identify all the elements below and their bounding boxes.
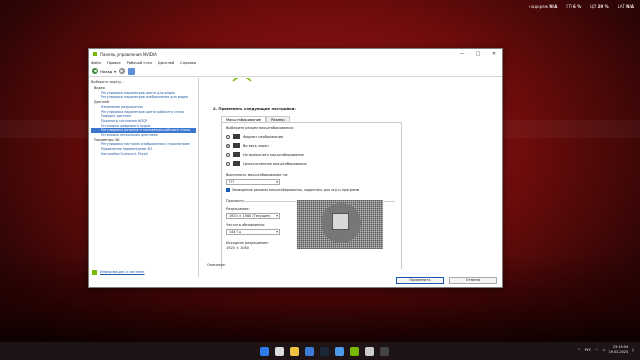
radio-label: Целочисленное масштабирование — [243, 161, 307, 166]
taskbar-apps — [260, 347, 389, 356]
resolution-select[interactable]: 1920 × 1080 (Текущее) ▾ — [226, 213, 280, 219]
aspect-ratio-icon — [233, 134, 240, 139]
override-scaling-label: Замещение режима масштабирования, заданн… — [232, 188, 360, 192]
scaling-preview-image — [297, 200, 383, 249]
perform-scaling-select[interactable]: ГП ▾ — [226, 179, 280, 185]
tree-item-surround-physx[interactable]: Настройка Surround, PhysX — [91, 152, 196, 157]
performance-overlay: надоряж N/A ГП 6 % ЦП 29 % LAT N/A — [529, 4, 634, 9]
start-icon[interactable] — [260, 347, 269, 356]
clock[interactable]: 23:19:04 19.02.2025 — [609, 345, 628, 355]
radio-aspect-ratio[interactable]: Формат изображения — [226, 134, 283, 139]
radio-no-scaling[interactable]: Не выполнять масштабирование — [226, 152, 304, 157]
store-icon[interactable] — [335, 347, 344, 356]
home-icon[interactable] — [128, 67, 136, 75]
menu-desktop[interactable]: Рабочий стол — [127, 61, 152, 65]
search-icon[interactable] — [275, 347, 284, 356]
apply-button[interactable]: Применить — [396, 277, 444, 284]
maximize-button[interactable]: □ — [470, 51, 486, 57]
system-info-label: Информация о системе — [100, 270, 145, 274]
menu-file[interactable]: Файл — [91, 61, 101, 65]
radio-dot-selected — [226, 143, 230, 148]
resolution-label: Разрешение: — [226, 207, 250, 211]
tray-chevron-icon[interactable]: ^ — [578, 348, 581, 352]
notifications-icon[interactable]: ▯ — [632, 348, 634, 352]
source-resolution-value: 1920 × 1080 — [226, 246, 249, 250]
back-dropdown-icon[interactable]: ▾ — [114, 69, 116, 74]
radio-integer-scaling[interactable]: Целочисленное масштабирование — [226, 161, 307, 166]
radio-label: Не выполнять масштабирование — [243, 152, 304, 157]
menu-edit[interactable]: Правка — [107, 61, 121, 65]
preview-square — [332, 213, 349, 230]
resolution-value: 1920 × 1080 (Текущее) — [229, 214, 271, 218]
refresh-rate-select[interactable]: 144 Гц ▾ — [226, 229, 280, 235]
wifi-icon[interactable]: ◠ — [595, 348, 598, 352]
description-label: Описание: — [207, 263, 226, 267]
radio-dot — [226, 152, 230, 157]
taskbar: ^ РУС ◠ ◁ 23:19:04 19.02.2025 ▯ — [0, 342, 640, 360]
radio-label: Формат изображения — [243, 134, 284, 139]
epic-icon[interactable] — [365, 347, 374, 356]
radio-full-screen[interactable]: Во весь экран — [226, 143, 269, 148]
forward-button[interactable]: ▶ — [119, 68, 126, 74]
chevron-down-icon: ▾ — [276, 180, 278, 184]
perform-scaling-value: ГП — [229, 180, 234, 184]
system-info-icon — [92, 270, 97, 275]
system-tray: ^ РУС ◠ ◁ 23:19:04 19.02.2025 ▯ — [578, 345, 634, 355]
window-title: Панель управления NVIDIA — [100, 51, 157, 57]
language-indicator[interactable]: РУС — [585, 348, 591, 352]
overlay-power: надоряж N/A — [529, 4, 558, 9]
cancel-button[interactable]: Отмена — [449, 277, 497, 284]
file-explorer-icon[interactable] — [290, 347, 299, 356]
obs-icon[interactable] — [380, 347, 389, 356]
title-bar[interactable]: Панель управления NVIDIA — □ ✕ — [89, 49, 502, 59]
minimize-button[interactable]: — — [454, 51, 470, 57]
radio-label: Во весь экран — [243, 143, 269, 148]
tree-header: Выберите задачу... — [91, 80, 125, 84]
nvidia-app-icon — [93, 52, 97, 56]
browser-icon[interactable] — [305, 347, 314, 356]
radio-dot — [226, 134, 230, 139]
perform-scaling-label: Выполнить масштабирование на: — [226, 173, 289, 177]
nvidia-icon[interactable] — [350, 347, 359, 356]
checkbox-checked-icon — [226, 188, 230, 192]
refresh-rate-label: Частота обновления: — [226, 223, 265, 227]
source-resolution-label: Исходное разрешение: — [226, 241, 269, 245]
back-label: Назад — [100, 68, 113, 74]
toolbar: ◀ Назад ▾ ▶ — [89, 66, 502, 77]
close-button[interactable]: ✕ — [486, 51, 502, 57]
system-info-link[interactable]: Информация о системе — [92, 270, 144, 275]
menu-bar: Файл Правка Рабочий стол Дисплей Справка — [89, 59, 502, 66]
menu-help[interactable]: Справка — [180, 61, 196, 65]
content-pane: 2. Применить следующие настройки: Масшта… — [201, 78, 496, 269]
task-tree: Выберите задачу... Видео Регулировка пар… — [89, 78, 199, 277]
volume-icon[interactable]: ◁ — [602, 348, 605, 352]
refresh-rate-value: 144 Гц — [229, 230, 241, 234]
overlay-latency: LAT N/A — [617, 4, 634, 9]
scaling-mode-label: Выберите режим масштабирования: — [226, 126, 294, 130]
steam-icon[interactable] — [320, 347, 329, 356]
full-screen-icon — [233, 143, 240, 148]
chevron-down-icon: ▾ — [276, 214, 278, 218]
no-scaling-icon — [233, 152, 240, 157]
overlay-gpu: ГП 6 % — [566, 4, 582, 9]
clock-date: 19.02.2025 — [608, 350, 629, 354]
nvidia-control-panel-window: Панель управления NVIDIA — □ ✕ Файл Прав… — [88, 48, 503, 288]
menu-display[interactable]: Дисплей — [158, 61, 174, 65]
back-arrow-icon: ◀ — [92, 68, 98, 74]
integer-scaling-icon — [233, 161, 240, 166]
back-button[interactable]: ◀ Назад ▾ — [92, 68, 116, 74]
chevron-down-icon: ▾ — [276, 230, 278, 234]
radio-dot — [226, 161, 230, 166]
section-heading: 2. Применить следующие настройки: — [213, 106, 296, 111]
override-scaling-checkbox[interactable]: Замещение режима масштабирования, заданн… — [226, 188, 359, 192]
nvidia-logo — [231, 78, 253, 83]
overlay-cpu: ЦП 29 % — [590, 4, 609, 9]
